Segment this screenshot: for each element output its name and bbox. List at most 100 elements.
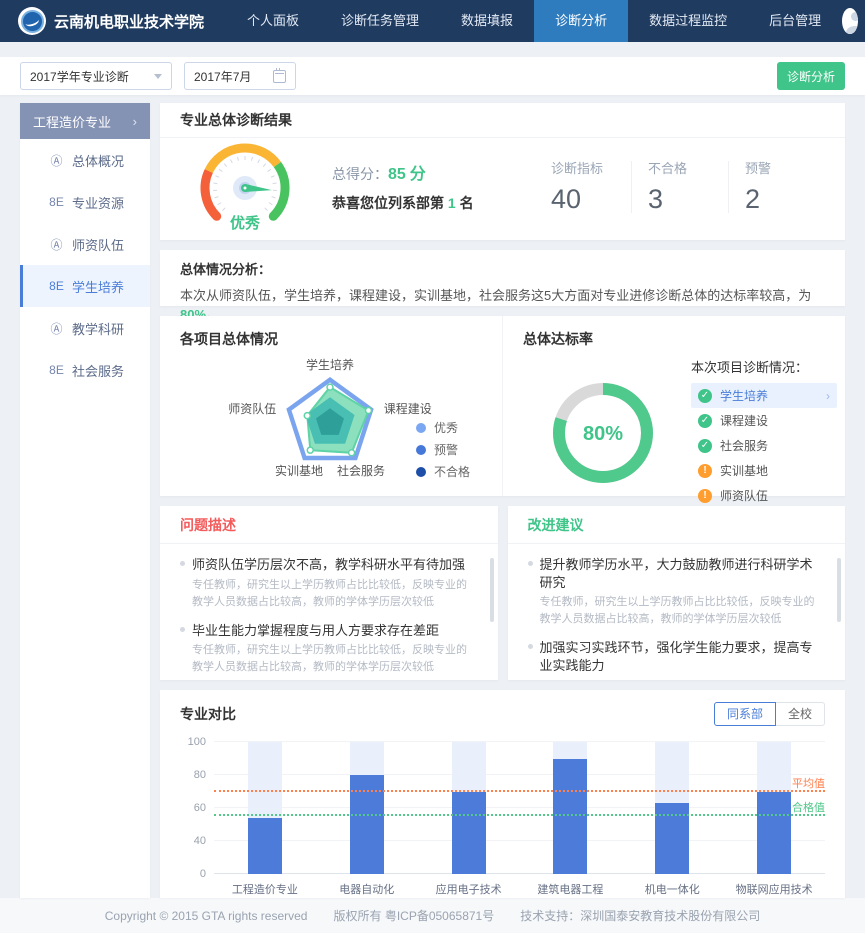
gauge-tick bbox=[263, 164, 266, 167]
gauge-tick bbox=[230, 159, 232, 163]
y-axis-tick: 60 bbox=[178, 802, 206, 814]
gridline bbox=[214, 741, 825, 742]
circle-a-icon: Ⓐ bbox=[48, 152, 65, 169]
user-avatar bbox=[842, 8, 858, 34]
gauge-tick bbox=[224, 164, 227, 167]
sidebar-item-label: 教学科研 bbox=[72, 319, 124, 338]
footer-icp: 版权所有 粤ICP备05065871号 bbox=[333, 907, 494, 924]
gauge-cap bbox=[212, 212, 221, 221]
legend-label: 预警 bbox=[434, 441, 458, 458]
problem-item-title: 毕业生能力掌握程度与用人方要求存在差距 bbox=[180, 622, 478, 640]
toggle-same-department[interactable]: 同系部 bbox=[714, 702, 776, 726]
legend-label: 不合格 bbox=[434, 463, 470, 480]
suggestion-item-title: 加强实习实践环节，强化学生能力要求，提高专业实践能力 bbox=[528, 639, 826, 674]
logo-globe-icon bbox=[21, 10, 44, 33]
nav-item-dashboard[interactable]: 个人面板 bbox=[226, 0, 320, 42]
radar-axis-label: 师资队伍 bbox=[228, 401, 276, 416]
footer-copyright: Copyright © 2015 GTA rights reserved bbox=[105, 909, 308, 923]
gauge-tick bbox=[258, 159, 260, 163]
radar-axis-label: 学生培养 bbox=[306, 357, 354, 372]
bar bbox=[757, 792, 791, 875]
chevron-right-icon: › bbox=[826, 389, 830, 403]
gauge-needle-dot bbox=[244, 187, 247, 190]
suggestions-title: 改进建议 bbox=[508, 506, 846, 544]
radar-marker bbox=[365, 407, 371, 413]
x-axis-label: 工程造价专业 bbox=[232, 881, 298, 897]
gauge-chart bbox=[185, 140, 305, 222]
diagnosis-year-select[interactable]: 2017学年专业诊断 bbox=[20, 62, 172, 90]
sidebar-item-label: 专业资源 bbox=[72, 193, 124, 212]
score-prefix: 总得分： bbox=[332, 166, 388, 182]
comparison-title: 专业对比 bbox=[180, 704, 236, 724]
analysis-card: 总体情况分析： 本次从师资队伍，学生培养，课程建设，实训基地，社会服务这5大方面… bbox=[160, 250, 845, 306]
diagnosis-item-label: 课程建设 bbox=[720, 412, 768, 429]
sidebar-item-social-service[interactable]: 8E 社会服务 bbox=[20, 349, 150, 391]
sidebar-item-label: 社会服务 bbox=[72, 361, 124, 380]
diagnosis-item-course-building[interactable]: ✓ 课程建设 bbox=[691, 408, 837, 433]
reference-line: 平均值 bbox=[214, 790, 825, 792]
nav-item-diagnosis-analysis[interactable]: 诊断分析 bbox=[534, 0, 628, 42]
sidebar-item-label: 师资队伍 bbox=[72, 235, 124, 254]
radar-title: 各项目总体情况 bbox=[180, 329, 502, 349]
donut-row: 80% 本次项目诊断情况： ✓ 学生培养 › ✓ 课程建设 bbox=[523, 357, 845, 508]
nav-item-process-monitor[interactable]: 数据过程监控 bbox=[628, 0, 748, 42]
nav-item-task-management[interactable]: 诊断任务管理 bbox=[320, 0, 440, 42]
analyze-button[interactable]: 诊断分析 bbox=[777, 62, 845, 90]
school-name: 云南机电职业技术学院 bbox=[54, 11, 204, 32]
radar-marker bbox=[327, 384, 333, 390]
diagnosis-item-faculty[interactable]: ! 师资队伍 bbox=[691, 483, 837, 508]
user-menu[interactable]: 陈老师 bbox=[842, 0, 865, 50]
reference-line-label: 合格值 bbox=[792, 799, 825, 815]
y-axis-tick: 80 bbox=[178, 769, 206, 781]
gauge-tick bbox=[215, 197, 219, 198]
month-picker[interactable]: 2017年7月 bbox=[184, 62, 296, 90]
y-axis-tick: 100 bbox=[178, 736, 206, 748]
diagnosis-item-student-training[interactable]: ✓ 学生培养 › bbox=[691, 383, 837, 408]
sidebar-item-overview[interactable]: Ⓐ 总体概况 bbox=[20, 139, 150, 181]
stats-row: 诊断指标 40 不合格 3 预警 2 bbox=[535, 158, 825, 215]
gauge-tick bbox=[219, 169, 222, 171]
nav-item-admin[interactable]: 后台管理 bbox=[748, 0, 842, 42]
chart-glyph-icon: 8E bbox=[48, 279, 65, 293]
x-axis-label: 建筑电器工程 bbox=[537, 881, 603, 897]
school-logo-icon bbox=[18, 7, 46, 35]
bar-chart-xlabels: 工程造价专业电器自动化应用电子技术建筑电器工程机电一体化物联网应用技术 bbox=[214, 874, 825, 896]
gauge-tick bbox=[252, 157, 253, 161]
gauge-tick bbox=[213, 183, 217, 184]
scrollbar[interactable] bbox=[837, 558, 841, 622]
scrollbar[interactable] bbox=[490, 558, 494, 622]
sidebar-major-header[interactable]: 工程造价专业 › bbox=[20, 103, 150, 139]
sidebar-item-resources[interactable]: 8E 专业资源 bbox=[20, 181, 150, 223]
diagnosis-item-social-service[interactable]: ✓ 社会服务 bbox=[691, 433, 837, 458]
score-value: 85 bbox=[388, 166, 406, 183]
gauge-tick bbox=[272, 197, 276, 198]
diagnosis-item-training-base[interactable]: ! 实训基地 bbox=[691, 458, 837, 483]
sidebar-major-label: 工程造价专业 bbox=[33, 112, 111, 131]
stat-value: 2 bbox=[745, 184, 825, 215]
sidebar-item-faculty[interactable]: Ⓐ 师资队伍 bbox=[20, 223, 150, 265]
y-axis-tick: 40 bbox=[178, 835, 206, 847]
gauge-tick bbox=[273, 183, 277, 184]
toggle-whole-school[interactable]: 全校 bbox=[775, 702, 825, 726]
gauge-cap bbox=[269, 212, 278, 221]
chart-glyph-icon: 8E bbox=[48, 195, 65, 209]
gauge-tick bbox=[268, 169, 271, 171]
radar-marker bbox=[307, 447, 313, 453]
sidebar-item-teaching-research[interactable]: Ⓐ 教学科研 bbox=[20, 307, 150, 349]
footer-support: 技术支持：深圳国泰安教育技术股份有限公司 bbox=[520, 907, 760, 924]
chevron-down-icon bbox=[154, 74, 162, 79]
nav-item-data-entry[interactable]: 数据填报 bbox=[440, 0, 534, 42]
radar-legend: 优秀 预警 不合格 bbox=[416, 414, 470, 480]
gridline bbox=[214, 807, 825, 808]
chevron-right-icon: › bbox=[133, 114, 137, 129]
rank-suffix: 名 bbox=[456, 195, 474, 211]
legend-item-failed: 不合格 bbox=[416, 463, 470, 480]
gauge-tick bbox=[271, 176, 275, 178]
sidebar-item-label: 总体概况 bbox=[72, 151, 124, 170]
bar bbox=[553, 759, 587, 875]
score-gauge: 优秀 bbox=[180, 140, 310, 233]
radar-section: 各项目总体情况 学生培养课程建设社会服务实训基地师资队伍 优秀 预警 不合格 bbox=[160, 316, 502, 496]
gauge-tick bbox=[269, 203, 272, 205]
sidebar-item-student-training[interactable]: 8E 学生培养 bbox=[20, 265, 150, 307]
check-circle-icon: ✓ bbox=[698, 439, 712, 453]
